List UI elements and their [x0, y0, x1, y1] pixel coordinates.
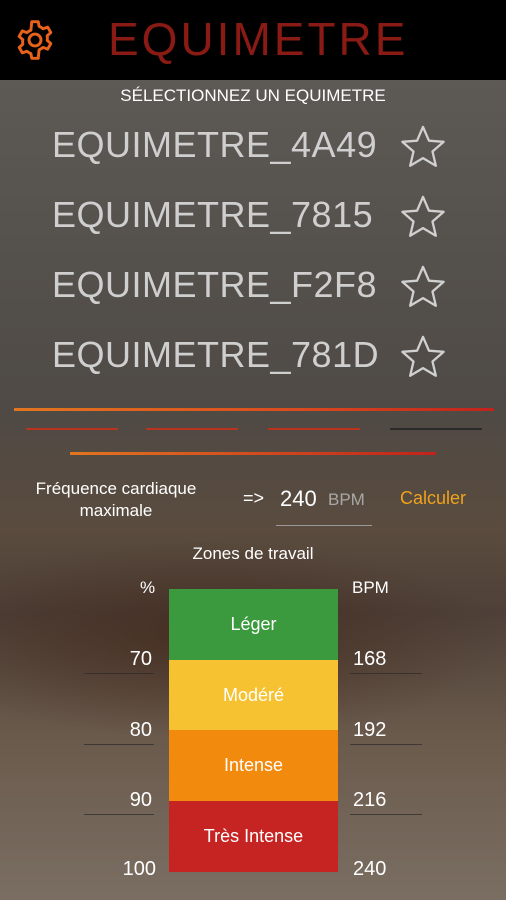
bpm-tick: 168	[353, 648, 387, 670]
page-indicator-2[interactable]	[146, 428, 238, 430]
max-heart-rate-field[interactable]: 240 BPM	[276, 482, 372, 526]
bpm-tick-line	[350, 744, 422, 745]
section-divider	[70, 452, 436, 455]
device-item[interactable]: EQUIMETRE_781D	[52, 334, 382, 384]
zone-very-intense: Très Intense	[169, 801, 338, 872]
section-divider	[14, 408, 494, 411]
bpm-header: BPM	[352, 578, 389, 597]
device-list-heading: SÉLECTIONNEZ UN EQUIMETRE	[120, 86, 386, 105]
zone-intense: Intense	[169, 730, 338, 801]
percent-tick: 90	[129, 789, 152, 811]
max-heart-rate-value: 240	[280, 486, 317, 511]
zones-title: Zones de travail	[192, 544, 314, 563]
zone-light: Léger	[169, 589, 338, 660]
star-outline-icon[interactable]	[400, 194, 446, 240]
app-bar: EQUIMETRE	[0, 0, 506, 80]
percent-tick-line	[84, 814, 154, 815]
percent-tick-line	[84, 673, 154, 674]
max-heart-rate-label: Fréquence cardiaque maximale	[35, 479, 197, 520]
bpm-tick: 216	[353, 789, 387, 811]
percent-header: %	[140, 578, 156, 597]
arrow-label: =>	[243, 488, 265, 508]
bpm-tick-line	[350, 673, 422, 674]
star-outline-icon[interactable]	[400, 334, 446, 380]
calculate-button[interactable]: Calculer	[400, 488, 466, 509]
page-indicator-3[interactable]	[268, 428, 360, 430]
device-item[interactable]: EQUIMETRE_4A49	[52, 124, 382, 174]
percent-tick: 80	[129, 719, 152, 741]
bpm-tick: 240	[353, 858, 387, 880]
max-heart-rate-unit: BPM	[328, 490, 365, 509]
device-item[interactable]: EQUIMETRE_F2F8	[52, 264, 382, 314]
star-outline-icon[interactable]	[400, 264, 446, 310]
star-outline-icon[interactable]	[400, 124, 446, 170]
page-indicator-1[interactable]	[26, 428, 118, 430]
bpm-tick: 192	[353, 719, 387, 741]
percent-tick: 100	[122, 858, 156, 880]
device-item[interactable]: EQUIMETRE_7815	[52, 194, 382, 244]
app-title: EQUIMETRE	[108, 13, 409, 65]
zone-moderate: Modéré	[169, 660, 338, 731]
percent-tick-line	[84, 744, 154, 745]
gear-icon[interactable]	[12, 18, 58, 62]
bpm-tick-line	[350, 814, 422, 815]
page-indicator-4[interactable]	[390, 428, 482, 430]
percent-tick: 70	[129, 648, 152, 670]
